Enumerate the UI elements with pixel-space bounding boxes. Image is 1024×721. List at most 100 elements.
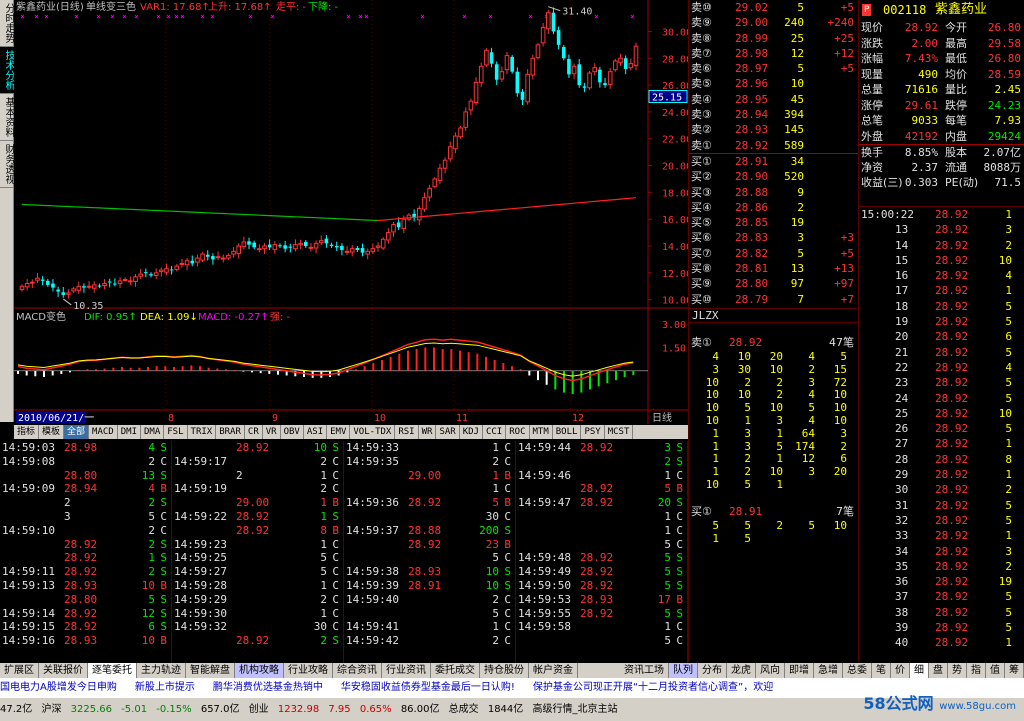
kline-chart[interactable]: 紫鑫药业(日线) 单线变三色 VAR1: 17.68↑上升: 17.68↑ 走平: -… [14,0,688,424]
minute-tick-price: 28.92 [935,437,969,451]
func-right-tab-6[interactable]: 急增 [814,663,843,678]
tick-row: 14:59:33 1 C [344,441,515,455]
minute-tick-price: 28.92 [935,223,969,237]
tick-volume: 8 [320,523,327,537]
quote-value: 29.61 [904,98,938,112]
level-label: 买⑧ [691,262,712,276]
func-right-tab-2[interactable]: 分布 [698,663,727,678]
func-tab-7[interactable]: 综合资讯 [333,663,382,678]
func-tab-10[interactable]: 持仓股份 [480,663,529,678]
func-right-tab-14[interactable]: 值 [986,663,1005,678]
quote-value: 490 [918,67,938,81]
candle-body [603,83,607,86]
indicator-tab-19[interactable]: CCI [483,425,507,439]
func-tab-5[interactable]: 机构攻略 [235,663,284,678]
func-right-tab-9[interactable]: 价 [891,663,910,678]
minute-tick-volume: 2 [1005,559,1012,573]
indicator-tab-11[interactable]: OBV [281,425,304,439]
func-right-tab-15[interactable]: 筹 [1005,663,1024,678]
candle-body [370,248,376,252]
func-tab-11[interactable]: 帐户资金 [529,663,578,678]
func-tab-1[interactable]: 关联报价 [39,663,88,678]
signal-mark: × [248,12,253,21]
indicator-tab-12[interactable]: ASI [304,425,328,439]
indicator-tab-0[interactable]: 指标 [14,425,40,439]
candle-body [437,167,443,181]
minute-tick-volume: 5 [1005,315,1012,329]
func-right-tab-7[interactable]: 总委 [843,663,872,678]
func-tab-6[interactable]: 行业攻略 [284,663,333,678]
indicator-tab-21[interactable]: MTM [530,425,553,439]
indicator-tab-23[interactable]: PSY [581,425,605,439]
func-right-tab-4[interactable]: 风向 [756,663,785,678]
func-right-tab-10[interactable]: 细 [910,663,929,678]
indicator-tab-15[interactable]: RSI [395,425,419,439]
minute-tick-row: 16 28.92 4 [859,268,1024,283]
indicator-tab-14[interactable]: VOL-TDX [350,425,396,439]
indicator-tab-4[interactable]: DMI [118,425,141,439]
tick-side: C [504,634,511,648]
sz-percent: -0.15% [156,704,192,715]
tick-row: 14:59:58 1 C [516,620,687,634]
quote-value-2: 26.80 [987,52,1021,65]
indicator-tab-22[interactable]: BOLL [553,425,582,439]
func-right-tab-8[interactable]: 笔 [872,663,891,678]
tick-time: 14:59:33 [346,441,399,454]
indicator-tab-10[interactable]: VR [263,425,281,439]
func-tab-2[interactable]: 逐笔委托 [88,663,137,678]
quote-row: 涨幅 7.43% 最低 26.80 [859,51,1024,67]
indicator-tab-9[interactable]: CR [245,425,263,439]
minute-tick-row: 19 28.92 5 [859,314,1024,329]
indicator-tab-3[interactable]: MACD [89,425,118,439]
func-right-tab-3[interactable]: 龙虎 [727,663,756,678]
func-right-tab-12[interactable]: 势 [948,663,967,678]
tick-row: 5C [344,607,515,621]
indicator-tab-13[interactable]: EMV [327,425,351,439]
indicator-tab-18[interactable]: KDJ [460,425,483,439]
func-tab-0[interactable]: 扩展区 [0,663,39,678]
func-tab-4[interactable]: 智能解盘 [186,663,235,678]
tick-price: 28.92 [64,537,98,551]
indicator-tab-8[interactable]: BRAR [216,425,245,439]
tick-row: 14:59:49 28.92 5 S [516,565,687,579]
level-price: 28.81 [735,262,769,276]
func-tab-3[interactable]: 主力轨迹 [137,663,186,678]
sz-amount: 657.0亿 [200,704,240,715]
tick-price: 28.92 [580,606,614,620]
indicator-tab-1[interactable]: 模板 [39,425,65,439]
vtab-2[interactable]: 基本资料 [0,94,14,141]
news-item[interactable]: 华安稳固收益债券型基金最后一日认购! [341,682,515,693]
candle-body [231,250,236,255]
vtab-0[interactable]: 分时走势 [0,0,14,47]
vtab-1[interactable]: 技术分析 [0,47,14,94]
indicator-tab-2[interactable]: 全部 [64,425,90,439]
indicator-tab-20[interactable]: ROC [506,425,530,439]
tick-time: 14:59:25 [174,551,227,565]
tick-row: 28.92 8 B [172,524,343,538]
vtab-3[interactable]: 财务透视 [0,141,14,188]
news-item[interactable]: 新股上市提示 [135,682,195,693]
indicator-tab-7[interactable]: TRIX [188,425,217,439]
news-item[interactable]: 鹏华消费优选基金热销中 [213,682,323,693]
candle-body [447,146,453,160]
func-tab-9[interactable]: 委托成交 [431,663,480,678]
news-item[interactable]: 保护基金公司现正开展“十二月投资者信心调查”，欢迎 [533,682,773,693]
indicator-tab-6[interactable]: FSL [164,425,188,439]
indicator-tab-16[interactable]: WR [419,425,437,439]
func-right-tab-0[interactable]: 资讯工场 [620,663,669,678]
func-tab-8[interactable]: 行业资讯 [382,663,431,678]
tick-volume: 1 [148,551,155,565]
tick-volume: 2 [492,454,499,468]
indicator-tab-17[interactable]: SAR [436,425,460,439]
indicator-tab-5[interactable]: DMA [141,425,165,439]
indicator-tab-24[interactable]: MCST [605,425,634,439]
func-right-tab-13[interactable]: 指 [967,663,986,678]
func-right-tab-1[interactable]: 队列 [669,663,698,678]
minute-tick-price: 28.92 [935,513,969,527]
signal-mark: × [110,12,115,21]
func-right-tab-5[interactable]: 即增 [785,663,814,678]
func-right-tab-11[interactable]: 盘 [929,663,948,678]
candle-body [561,46,566,59]
tick-side: S [332,509,339,523]
news-item[interactable]: 国电电力A股增发今日申购 [0,682,117,693]
